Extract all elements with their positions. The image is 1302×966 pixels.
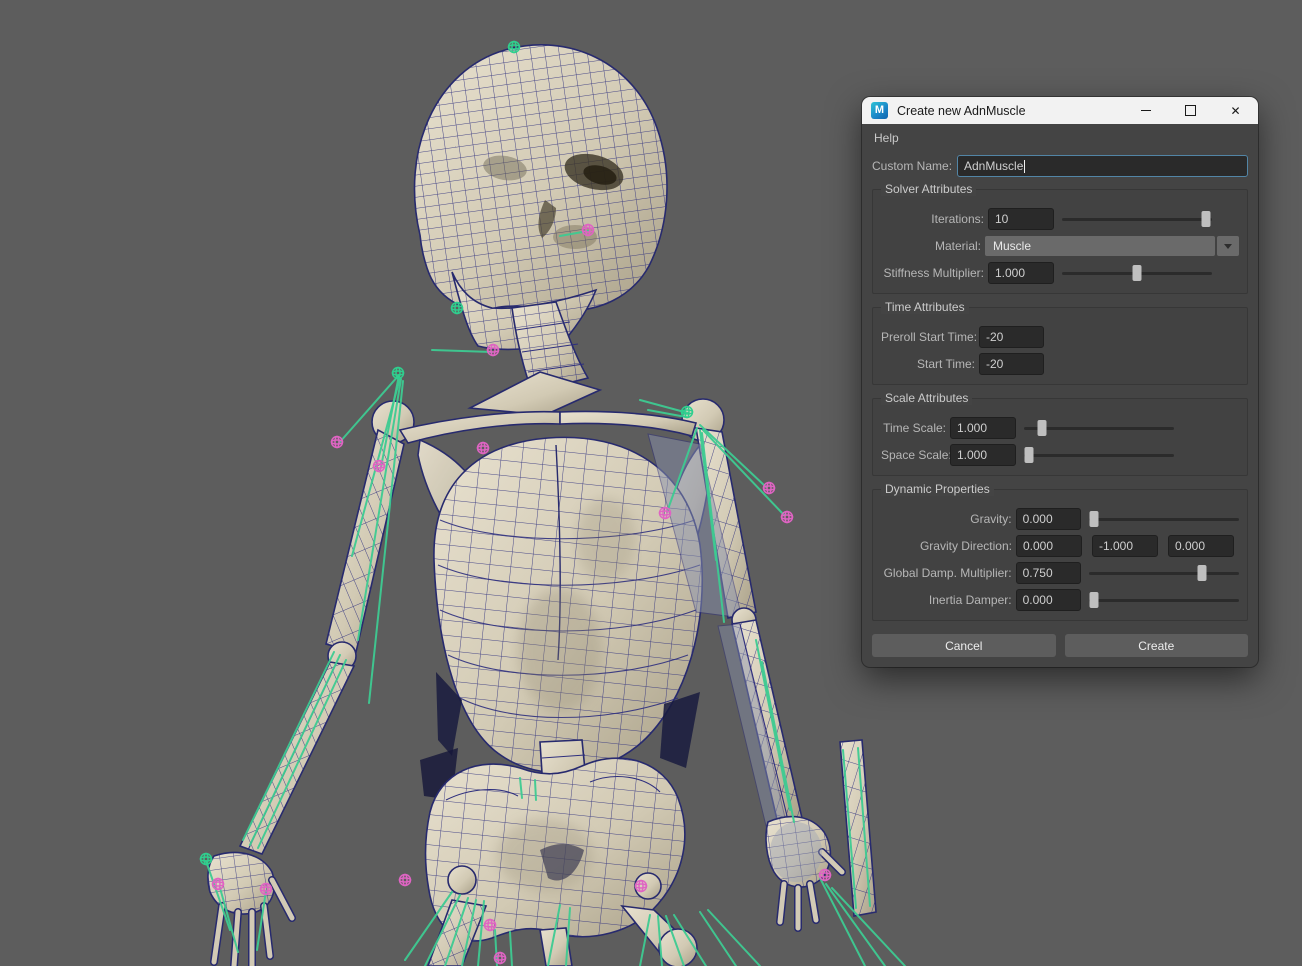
slider-track <box>1024 454 1174 457</box>
slider-handle[interactable] <box>1038 420 1047 436</box>
stiffness-input[interactable]: 1.000 <box>988 262 1054 284</box>
maximize-button[interactable] <box>1168 97 1213 124</box>
iterations-slider[interactable] <box>1062 211 1212 227</box>
time-scale-input[interactable]: 1.000 <box>950 417 1016 439</box>
help-menu[interactable]: Help <box>874 131 899 145</box>
material-dropdown[interactable]: Muscle <box>985 236 1239 256</box>
preroll-start-time-label: Preroll Start Time: <box>881 330 975 344</box>
iterations-label: Iterations: <box>881 212 984 226</box>
time-scale-label: Time Scale: <box>881 421 946 435</box>
custom-name-label: Custom Name: <box>872 159 952 173</box>
inertia-damper-label: Inertia Damper: <box>881 593 1012 607</box>
custom-name-input[interactable]: AdnMuscle <box>957 155 1248 177</box>
global-damp-input[interactable]: 0.750 <box>1016 562 1082 584</box>
close-button[interactable]: ✕ <box>1213 97 1258 124</box>
global-damp-slider[interactable] <box>1089 565 1239 581</box>
gravity-direction-x-input[interactable]: 0.000 <box>1016 535 1082 557</box>
solver-attributes-group: Solver Attributes Iterations: 10 Materia… <box>872 189 1248 294</box>
slider-handle[interactable] <box>1024 447 1033 463</box>
stiffness-label: Stiffness Multiplier: <box>881 266 984 280</box>
menubar: Help <box>862 124 1258 147</box>
minimize-button[interactable] <box>1123 97 1168 124</box>
dynamic-properties-title: Dynamic Properties <box>881 482 994 496</box>
slider-track <box>1024 427 1174 430</box>
gravity-direction-z-input[interactable]: 0.000 <box>1168 535 1234 557</box>
gravity-input[interactable]: 0.000 <box>1016 508 1082 530</box>
inertia-damper-input[interactable]: 0.000 <box>1016 589 1082 611</box>
gravity-label: Gravity: <box>881 512 1012 526</box>
maximize-icon <box>1185 105 1196 116</box>
material-value[interactable]: Muscle <box>985 236 1215 256</box>
time-scale-slider[interactable] <box>1024 420 1174 436</box>
dialog-title: Create new AdnMuscle <box>897 104 1123 118</box>
material-label: Material: <box>881 239 981 253</box>
dialog-titlebar[interactable]: M Create new AdnMuscle ✕ <box>862 97 1258 124</box>
start-time-label: Start Time: <box>881 357 975 371</box>
slider-handle[interactable] <box>1089 511 1098 527</box>
space-scale-slider[interactable] <box>1024 447 1174 463</box>
slider-handle[interactable] <box>1197 565 1206 581</box>
time-attributes-title: Time Attributes <box>881 300 969 314</box>
slider-track <box>1089 572 1239 575</box>
stiffness-slider[interactable] <box>1062 265 1212 281</box>
solver-attributes-title: Solver Attributes <box>881 182 976 196</box>
close-icon: ✕ <box>1230 105 1240 117</box>
space-scale-input[interactable]: 1.000 <box>950 444 1016 466</box>
dynamic-properties-group: Dynamic Properties Gravity: 0.000 Gravit… <box>872 489 1248 621</box>
scale-attributes-group: Scale Attributes Time Scale: 1.000 Space… <box>872 398 1248 476</box>
scale-attributes-title: Scale Attributes <box>881 391 972 405</box>
slider-track <box>1089 599 1239 602</box>
slider-track <box>1089 518 1239 521</box>
iterations-input[interactable]: 10 <box>988 208 1054 230</box>
gravity-direction-label: Gravity Direction: <box>881 539 1012 553</box>
global-damp-label: Global Damp. Multiplier: <box>881 566 1012 580</box>
create-adnmuscle-dialog: M Create new AdnMuscle ✕ Help Custom Nam… <box>862 97 1258 667</box>
inertia-damper-slider[interactable] <box>1089 592 1239 608</box>
start-time-input[interactable]: -20 <box>979 353 1044 375</box>
slider-handle[interactable] <box>1089 592 1098 608</box>
slider-handle[interactable] <box>1202 211 1211 227</box>
slider-track <box>1062 218 1212 221</box>
chevron-down-icon <box>1224 244 1232 249</box>
material-dropdown-button[interactable] <box>1217 236 1239 256</box>
minimize-icon <box>1141 110 1151 111</box>
time-attributes-group: Time Attributes Preroll Start Time: -20 … <box>872 307 1248 385</box>
create-button[interactable]: Create <box>1065 634 1249 657</box>
slider-handle[interactable] <box>1133 265 1142 281</box>
cancel-button[interactable]: Cancel <box>872 634 1056 657</box>
gravity-slider[interactable] <box>1089 511 1239 527</box>
text-cursor <box>1024 160 1025 173</box>
space-scale-label: Space Scale: <box>881 448 946 462</box>
preroll-start-time-input[interactable]: -20 <box>979 326 1044 348</box>
gravity-direction-y-input[interactable]: -1.000 <box>1092 535 1158 557</box>
maya-logo-icon: M <box>871 102 888 119</box>
